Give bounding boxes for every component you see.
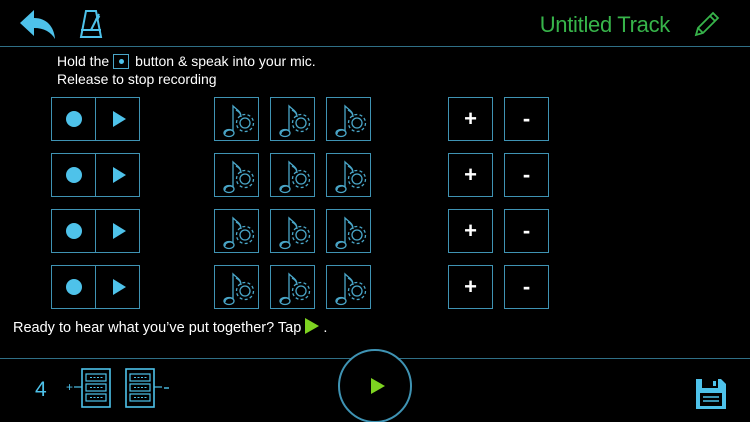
record-dot-icon (113, 54, 130, 69)
sound-effect-button[interactable] (270, 209, 315, 253)
record-button[interactable] (52, 266, 95, 308)
subtract-button[interactable]: - (504, 153, 549, 197)
ready-prompt: Ready to hear what you’ve put together? … (13, 318, 327, 336)
record-button[interactable] (52, 154, 95, 196)
record-button[interactable] (52, 98, 95, 140)
sound-effect-button[interactable] (214, 265, 259, 309)
sound-effect-button[interactable] (214, 153, 259, 197)
sound-effect-button[interactable] (214, 209, 259, 253)
play-all-button[interactable] (338, 349, 412, 422)
add-button[interactable]: + (448, 265, 493, 309)
back-arrow-icon[interactable] (18, 7, 58, 41)
sound-effect-button[interactable] (270, 153, 315, 197)
pencil-icon[interactable] (692, 9, 722, 39)
add-button[interactable]: + (448, 209, 493, 253)
sound-effect-button[interactable] (270, 265, 315, 309)
sound-effect-button[interactable] (326, 209, 371, 253)
ready-prompt-text: Ready to hear what you’ve put together? … (13, 320, 302, 336)
track-row: + - (0, 209, 750, 255)
instructions-line-2: Release to stop recording (57, 71, 217, 87)
play-track-button[interactable] (96, 210, 140, 252)
instructions-line-1: Hold the button & speak into your mic. (57, 52, 316, 70)
record-play-group (51, 153, 140, 197)
sound-effect-button[interactable] (326, 97, 371, 141)
subtract-button[interactable]: - (504, 209, 549, 253)
bottom-bar: 4 + (0, 349, 750, 422)
save-disk-icon[interactable] (693, 376, 729, 412)
sound-effect-button[interactable] (214, 97, 259, 141)
track-row: + - (0, 97, 750, 143)
play-track-button[interactable] (96, 98, 140, 140)
sound-effect-button[interactable] (326, 265, 371, 309)
track-count: 4 (35, 378, 47, 401)
track-row: + - (0, 265, 750, 311)
subtract-button[interactable]: - (504, 265, 549, 309)
play-triangle-icon (305, 318, 320, 334)
add-button[interactable]: + (448, 97, 493, 141)
play-track-button[interactable] (96, 154, 140, 196)
record-button[interactable] (52, 210, 95, 252)
ready-prompt-suffix: . (323, 320, 328, 336)
record-play-group (51, 209, 140, 253)
svg-text:+: + (66, 380, 73, 394)
record-play-group (51, 265, 140, 309)
play-track-button[interactable] (96, 266, 140, 308)
track-row: + - (0, 153, 750, 199)
top-bar: Untitled Track (0, 0, 750, 47)
instructions: Hold the button & speak into your mic. Re… (57, 52, 316, 88)
track-title[interactable]: Untitled Track (540, 12, 671, 38)
instructions-hold-text: Hold the (57, 53, 110, 69)
record-play-group (51, 97, 140, 141)
instructions-speak-text: button & speak into your mic. (135, 53, 316, 69)
subtract-button[interactable]: - (504, 97, 549, 141)
add-button[interactable]: + (448, 153, 493, 197)
sound-effect-button[interactable] (326, 153, 371, 197)
remove-track-icon[interactable] (124, 367, 172, 409)
add-track-icon[interactable]: + (66, 367, 114, 409)
sound-effect-button[interactable] (270, 97, 315, 141)
metronome-icon[interactable] (78, 8, 104, 40)
